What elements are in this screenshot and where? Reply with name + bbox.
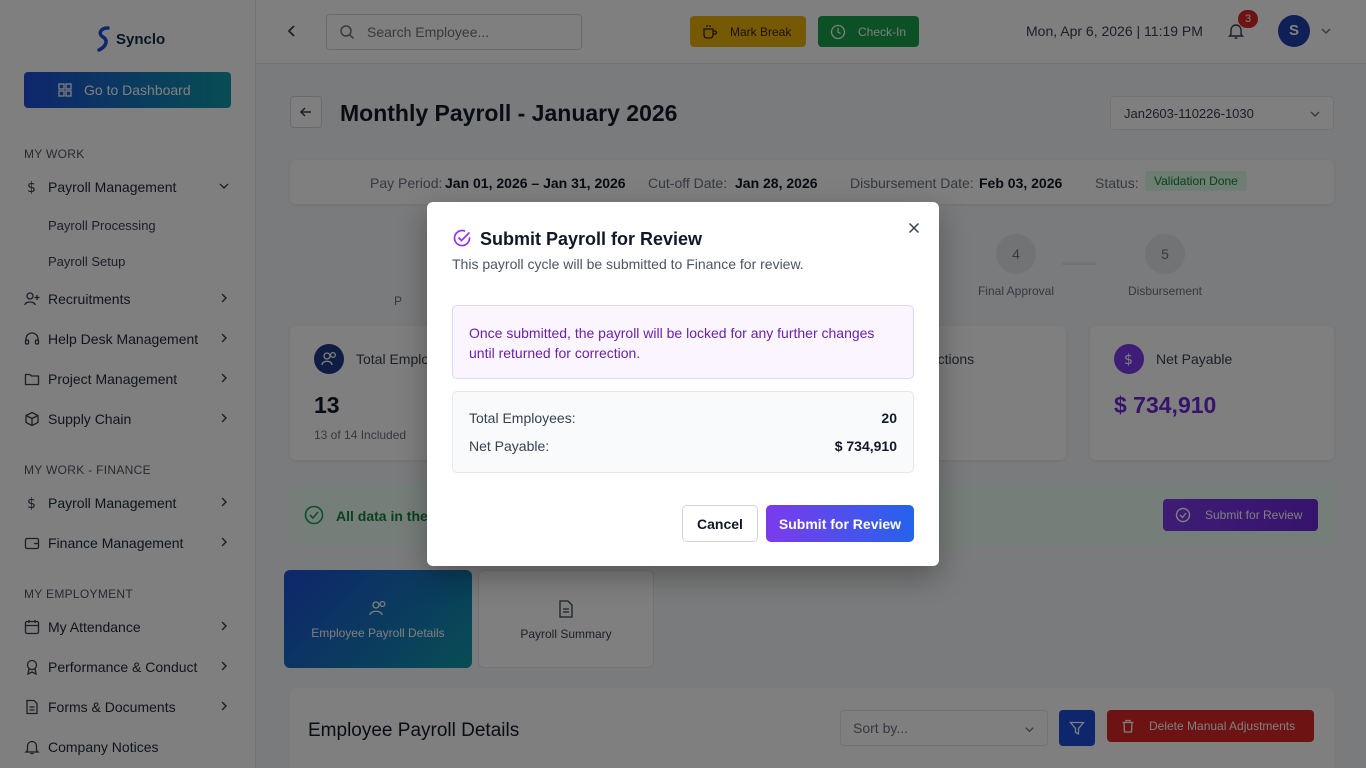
summary-value: $ 734,910 xyxy=(834,438,897,454)
submit-for-review-button[interactable]: Submit for Review xyxy=(766,505,914,542)
summary-label: Net Payable: xyxy=(469,438,550,454)
summary-row-net-payable: Net Payable: $ 734,910 xyxy=(469,438,897,458)
cancel-button[interactable]: Cancel xyxy=(682,505,758,542)
modal-description: This payroll cycle will be submitted to … xyxy=(452,256,804,272)
summary-value: 20 xyxy=(881,410,897,426)
payroll-summary-box: Total Employees: 20 Net Payable: $ 734,9… xyxy=(452,391,914,473)
close-icon[interactable] xyxy=(906,220,922,236)
submit-review-modal: Submit Payroll for Review This payroll c… xyxy=(427,202,939,566)
lock-warning-box: Once submitted, the payroll will be lock… xyxy=(452,305,914,379)
check-circle-icon xyxy=(453,229,471,247)
summary-label: Total Employees: xyxy=(469,410,576,426)
summary-row-total-employees: Total Employees: 20 xyxy=(469,410,897,430)
modal-title: Submit Payroll for Review xyxy=(480,229,703,249)
warning-line: Once submitted, the payroll will be lock… xyxy=(469,325,875,341)
warning-line: until returned for correction. xyxy=(469,345,641,361)
